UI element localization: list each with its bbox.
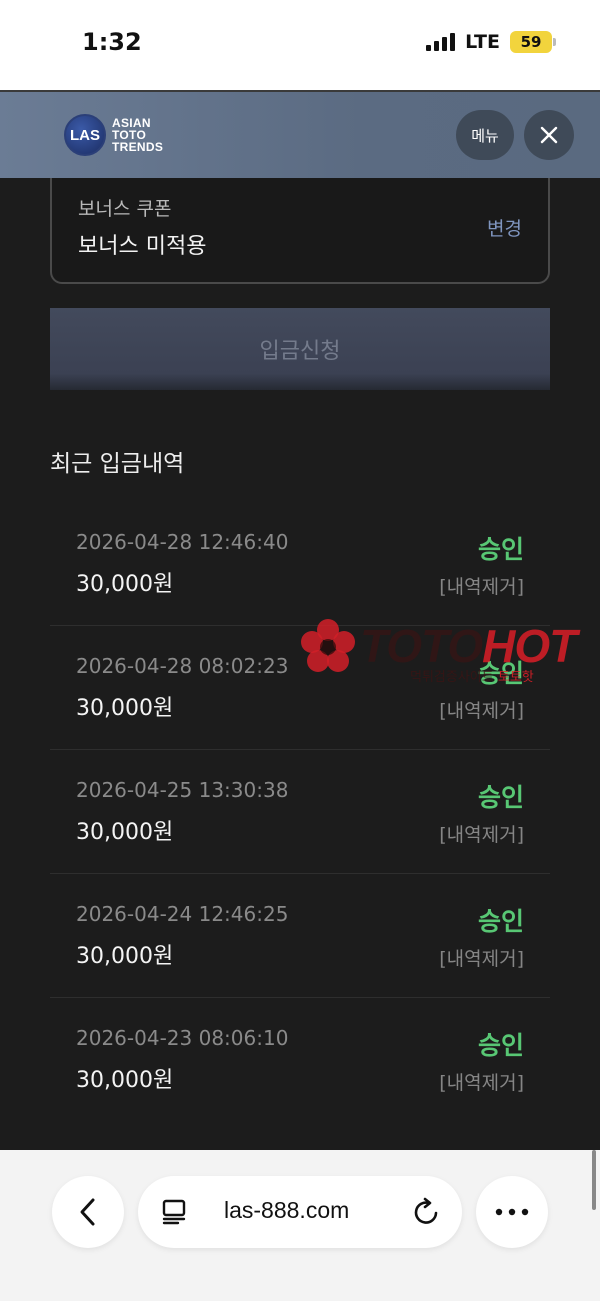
logo-text: ASIAN TOTO TRENDS [112,117,163,153]
close-button[interactable] [524,110,574,160]
status-badge: 승인 [477,783,524,812]
deposit-date: 2026-04-25 13:30:38 [76,778,289,802]
deposit-amount: 30,000원 [76,820,174,845]
reload-icon[interactable] [412,1196,442,1228]
reader-icon[interactable] [160,1198,188,1226]
deposit-date: 2026-04-28 12:46:40 [76,530,289,554]
remove-entry-link[interactable]: [내역제거] [439,1068,524,1095]
deposit-history-list: 2026-04-28 12:46:40 30,000원 승인 [내역제거] 20… [50,502,550,1122]
bonus-coupon-card: 보너스 쿠폰 보너스 미적용 변경 [50,162,550,284]
address-bar[interactable]: las-888.com [138,1176,462,1248]
more-icon [495,1208,529,1216]
remove-entry-link[interactable]: [내역제거] [439,572,524,599]
deposit-amount: 30,000원 [76,1068,174,1093]
battery-icon: 59 [510,31,556,53]
list-item: 2026-04-25 13:30:38 30,000원 승인 [내역제거] [50,750,550,874]
back-button[interactable] [52,1176,124,1248]
coupon-label: 보너스 쿠폰 [78,198,172,220]
webview: 보너스 쿠폰 보너스 미적용 변경 LAS ASIAN TOTO TRENDS … [0,90,600,1150]
status-bar: 1:32 LTE 59 [0,0,600,90]
list-item: 2026-04-28 12:46:40 30,000원 승인 [내역제거] [50,502,550,626]
coupon-value: 보너스 미적용 [78,234,207,259]
signal-icon [426,33,456,51]
scrollbar[interactable] [592,1150,596,1210]
deposit-amount: 30,000원 [76,572,174,597]
status-badge: 승인 [477,659,524,688]
coupon-change-button[interactable]: 변경 [487,214,522,241]
url-text: las-888.com [224,1197,350,1223]
status-badge: 승인 [477,907,524,936]
list-item: 2026-04-24 12:46:25 30,000원 승인 [내역제거] [50,874,550,998]
menu-button[interactable]: 메뉴 [456,110,514,160]
deposit-date: 2026-04-28 08:02:23 [76,654,289,678]
remove-entry-link[interactable]: [내역제거] [439,696,524,723]
list-item: 2026-04-28 08:02:23 30,000원 승인 [내역제거] [50,626,550,750]
site-header: LAS ASIAN TOTO TRENDS 메뉴 [0,92,600,178]
status-badge: 승인 [477,535,524,564]
deposit-amount: 30,000원 [76,696,174,721]
browser-toolbar: las-888.com [0,1150,600,1301]
logo-line: TRENDS [112,140,164,154]
status-badge: 승인 [477,1031,524,1060]
battery-level: 59 [520,33,542,51]
logo-badge: LAS [64,114,106,156]
close-icon [540,126,558,144]
remove-entry-link[interactable]: [내역제거] [439,944,524,971]
deposit-amount: 30,000원 [76,944,174,969]
site-logo[interactable]: LAS ASIAN TOTO TRENDS [64,114,163,156]
status-time: 1:32 [82,28,142,56]
deposit-request-button[interactable]: 입금신청 [50,308,550,390]
back-icon [80,1198,95,1226]
status-indicators: LTE 59 [426,31,556,53]
network-label: LTE [465,31,500,53]
remove-entry-link[interactable]: [내역제거] [439,820,524,847]
list-item: 2026-04-23 08:06:10 30,000원 승인 [내역제거] [50,998,550,1122]
more-button[interactable] [476,1176,548,1248]
deposit-date: 2026-04-23 08:06:10 [76,1026,289,1050]
deposit-date: 2026-04-24 12:46:25 [76,902,289,926]
recent-deposits-title: 최근 입금내역 [50,451,185,477]
